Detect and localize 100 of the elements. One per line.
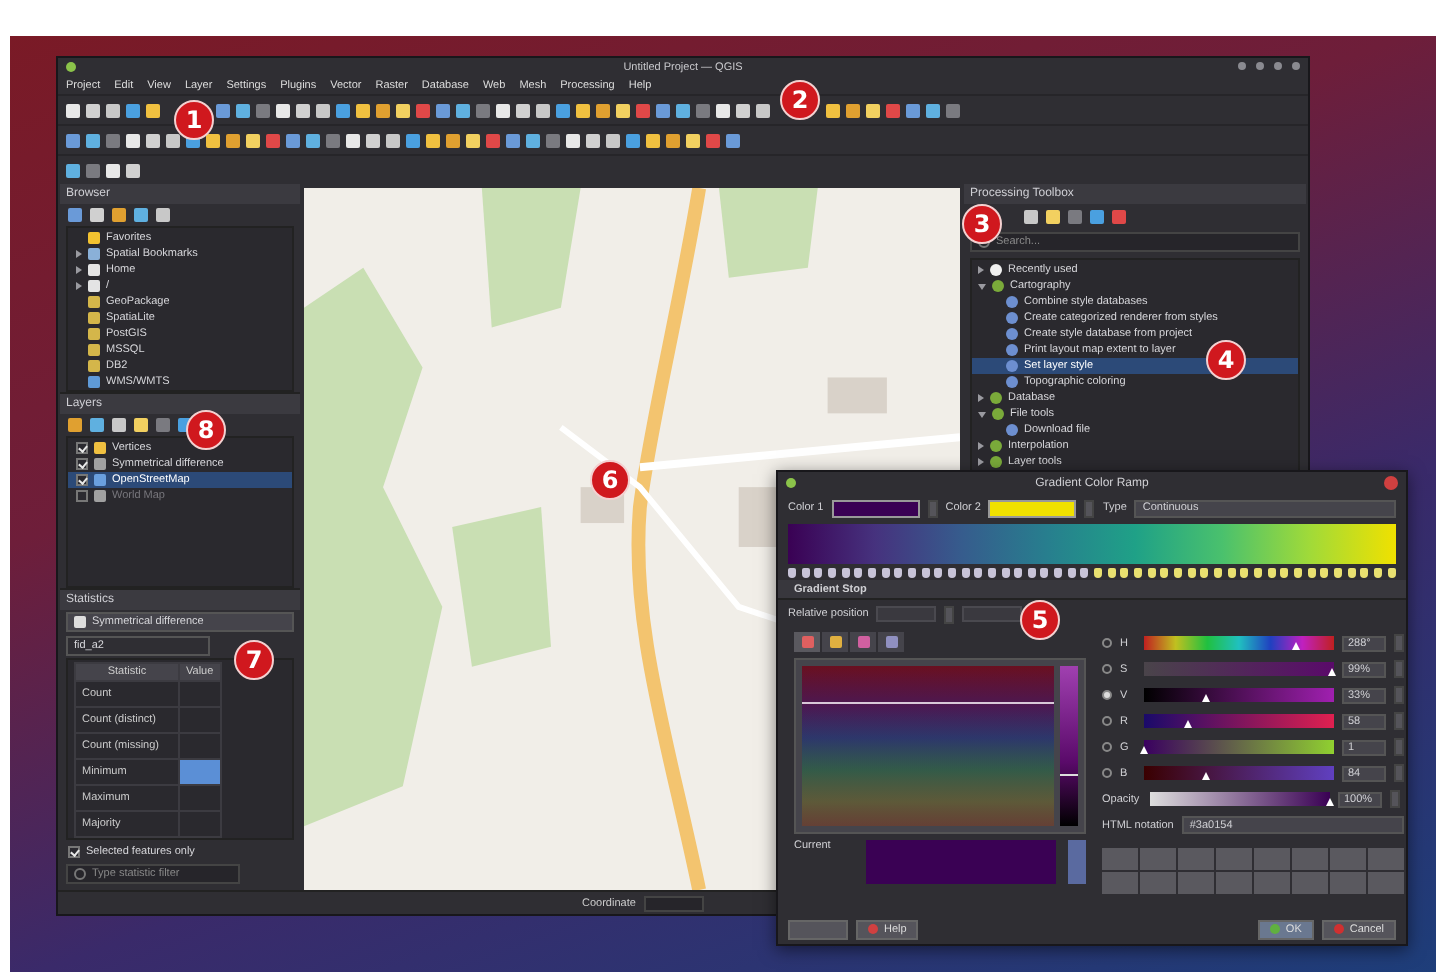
slider-thumb[interactable] — [1140, 746, 1148, 754]
checkbox[interactable] — [76, 442, 88, 454]
picker-tab[interactable] — [822, 632, 848, 652]
swatch-slot[interactable] — [1140, 848, 1176, 870]
slider-thumb[interactable] — [1183, 720, 1192, 728]
swatch-slot[interactable] — [1368, 848, 1404, 870]
window-control-icon[interactable] — [1274, 62, 1282, 70]
stop-marker-icon[interactable] — [1360, 567, 1369, 577]
stop-marker-icon[interactable] — [974, 567, 983, 577]
stop-marker-icon[interactable] — [827, 567, 836, 577]
radio-button[interactable] — [1102, 742, 1112, 752]
swatch-slot[interactable] — [1292, 872, 1328, 894]
stop-marker-icon[interactable] — [1160, 567, 1169, 577]
stop-marker-icon[interactable] — [1027, 567, 1036, 577]
slider-track[interactable] — [1144, 636, 1334, 650]
stop-marker-icon[interactable] — [1373, 567, 1382, 577]
expand-arrow-icon[interactable] — [978, 442, 984, 450]
swatch-slot[interactable] — [1178, 848, 1214, 870]
stop-marker-icon[interactable] — [1067, 567, 1076, 577]
swatch-slot[interactable] — [1368, 872, 1404, 894]
stop-marker-icon[interactable] — [1333, 567, 1342, 577]
stop-marker-icon[interactable] — [867, 567, 876, 577]
coordinate-field[interactable] — [643, 895, 704, 911]
swatch-slot[interactable] — [1330, 848, 1366, 870]
stop-color-field[interactable] — [962, 606, 1023, 622]
radio-button[interactable] — [1102, 716, 1112, 726]
stop-marker-icon[interactable] — [1240, 567, 1249, 577]
stop-marker-icon[interactable] — [894, 567, 903, 577]
swatch-slot[interactable] — [1216, 848, 1252, 870]
expand-arrow-icon[interactable] — [978, 266, 984, 274]
stop-marker-icon[interactable] — [814, 567, 823, 577]
expand-arrow-icon[interactable] — [978, 411, 986, 417]
stop-marker-icon[interactable] — [934, 567, 943, 577]
slider-thumb[interactable] — [1202, 694, 1211, 702]
swatch-slot[interactable] — [1292, 848, 1328, 870]
stop-marker-icon[interactable] — [788, 567, 796, 577]
stop-marker-icon[interactable] — [1320, 567, 1329, 577]
swatch-slot[interactable] — [1330, 872, 1366, 894]
picker-tab[interactable] — [850, 632, 876, 652]
swatch-slot[interactable] — [1178, 872, 1214, 894]
stop-marker-icon[interactable] — [1293, 567, 1302, 577]
stop-marker-icon[interactable] — [907, 567, 916, 577]
value-slider[interactable] — [1060, 666, 1078, 826]
window-control-icon[interactable] — [1256, 62, 1264, 70]
position-field[interactable] — [876, 606, 937, 622]
stop-marker-icon[interactable] — [1134, 567, 1143, 577]
swatch-slot[interactable] — [1254, 848, 1290, 870]
stop-marker-icon[interactable] — [801, 567, 810, 577]
slider-track[interactable] — [1144, 740, 1334, 754]
radio-button[interactable] — [1102, 690, 1112, 700]
stop-marker-icon[interactable] — [921, 567, 930, 577]
stop-marker-icon[interactable] — [1174, 567, 1183, 577]
color-swatch[interactable] — [831, 499, 920, 517]
swatch-slot[interactable] — [1102, 848, 1138, 870]
stop-marker-icon[interactable] — [1080, 567, 1089, 577]
slider-track[interactable] — [1144, 688, 1334, 702]
stop-marker-icon[interactable] — [947, 567, 956, 577]
stop-marker-icon[interactable] — [854, 567, 863, 577]
swatch-slot[interactable] — [1140, 872, 1176, 894]
stop-marker-icon[interactable] — [841, 567, 850, 577]
stop-marker-icon[interactable] — [1214, 567, 1222, 577]
stop-marker-icon[interactable] — [1307, 567, 1316, 577]
stop-marker-icon[interactable] — [1267, 567, 1276, 577]
checkbox[interactable] — [76, 490, 88, 502]
color-swatch[interactable] — [988, 499, 1077, 517]
stop-marker-icon[interactable] — [881, 567, 890, 577]
slider-track[interactable] — [1144, 766, 1334, 780]
radio-button[interactable] — [1102, 664, 1112, 674]
radio-button[interactable] — [1102, 638, 1112, 648]
color-picker-button[interactable] — [1068, 840, 1086, 884]
slider-track[interactable] — [1144, 662, 1334, 676]
stop-marker-icon[interactable] — [1107, 567, 1116, 577]
stop-marker-icon[interactable] — [1227, 567, 1236, 577]
stop-marker-icon[interactable] — [1347, 567, 1356, 577]
stop-marker-icon[interactable] — [1147, 567, 1156, 577]
slider-thumb[interactable] — [1292, 642, 1300, 650]
color-area[interactable] — [802, 666, 1054, 826]
slider-track[interactable] — [1144, 714, 1334, 728]
window-control-icon[interactable] — [1292, 62, 1300, 70]
stop-marker-icon[interactable] — [1253, 567, 1262, 577]
window-control-icon[interactable] — [1238, 62, 1246, 70]
stop-marker-icon[interactable] — [1040, 567, 1049, 577]
expand-arrow-icon[interactable] — [978, 394, 984, 402]
expand-arrow-icon[interactable] — [76, 250, 82, 258]
stop-marker-icon[interactable] — [961, 567, 970, 577]
stop-marker-icon[interactable] — [1387, 567, 1396, 577]
swatch-slot[interactable] — [1254, 872, 1290, 894]
stop-marker-icon[interactable] — [1014, 567, 1023, 577]
stop-marker-icon[interactable] — [1094, 567, 1103, 577]
slider-handle[interactable] — [1060, 773, 1078, 776]
radio-button[interactable] — [1102, 768, 1112, 778]
expand-arrow-icon[interactable] — [76, 282, 82, 290]
expand-arrow-icon[interactable] — [978, 283, 986, 289]
swatch-slot[interactable] — [1102, 872, 1138, 894]
stop-marker-icon[interactable] — [1120, 567, 1129, 577]
stop-marker-icon[interactable] — [1280, 567, 1289, 577]
swatch-slot[interactable] — [1216, 872, 1252, 894]
stop-marker-icon[interactable] — [1200, 567, 1209, 577]
slider-thumb[interactable] — [1202, 772, 1211, 780]
checkbox[interactable] — [76, 474, 88, 486]
